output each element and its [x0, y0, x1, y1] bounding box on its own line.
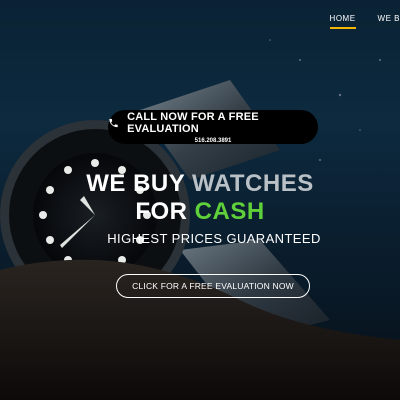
hero-section: HOME WE B CALL NOW FOR A FREE EVALUATION…: [0, 0, 400, 400]
nav-item-we-buy[interactable]: WE B: [378, 14, 400, 29]
top-navigation: HOME WE B: [329, 14, 400, 29]
phone-icon: [109, 118, 118, 127]
headline-line-1: WE BUY WATCHES: [0, 170, 400, 198]
call-button-row: CALL NOW FOR A FREE EVALUATION: [108, 111, 318, 135]
call-now-button[interactable]: CALL NOW FOR A FREE EVALUATION 516.208.3…: [108, 110, 318, 144]
free-evaluation-button[interactable]: CLICK FOR A FREE EVALUATION NOW: [116, 274, 310, 298]
nav-item-home[interactable]: HOME: [329, 14, 356, 29]
call-button-label: CALL NOW FOR A FREE EVALUATION: [127, 110, 259, 135]
headline-cash: CASH: [194, 198, 265, 225]
phone-number[interactable]: 516.208.3891: [195, 138, 232, 144]
headline-line-2: FOR CASH: [0, 198, 400, 226]
headline-we-buy: WE BUY: [86, 170, 185, 197]
headline-for: FOR: [135, 198, 188, 225]
subheadline: HIGHEST PRICES GUARANTEED: [107, 231, 321, 246]
headline-watches: WATCHES: [192, 170, 314, 197]
